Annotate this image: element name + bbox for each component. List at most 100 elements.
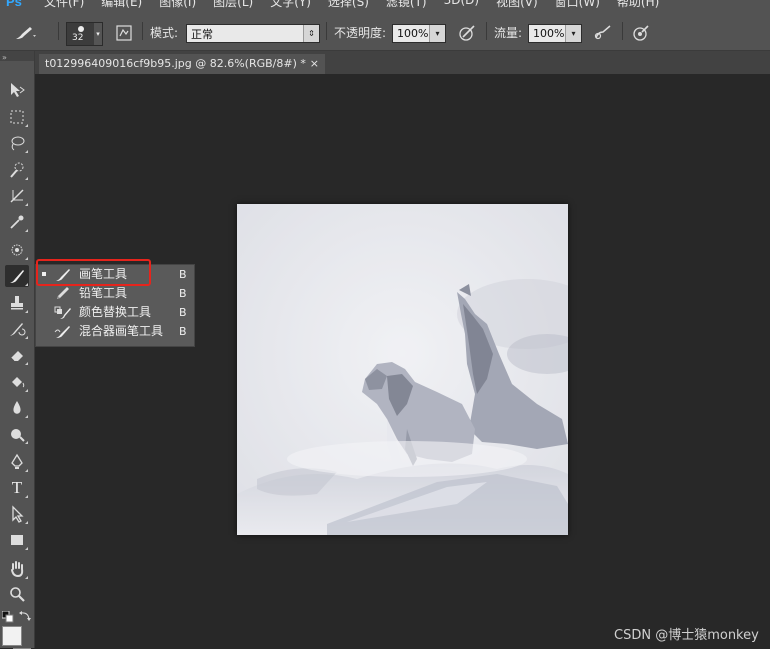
airbrush-icon: [594, 25, 611, 40]
flyout-item-label: 铅笔工具: [79, 286, 128, 300]
brush-size-picker[interactable]: 32 ▾: [66, 22, 103, 46]
brush-panel-toggle[interactable]: [113, 22, 135, 44]
path-select-tool[interactable]: [5, 503, 29, 525]
menu-file[interactable]: 文件(F): [44, 0, 84, 10]
move-tool[interactable]: [5, 79, 29, 101]
foreground-color-swatch[interactable]: [2, 626, 22, 646]
eraser-icon: [10, 351, 23, 362]
collapse-arrows-icon: »: [2, 53, 7, 62]
flyout-item-color-replace[interactable]: 颜色替换工具 B: [36, 303, 194, 322]
tool-preset-picker[interactable]: [14, 22, 36, 44]
healing-brush-tool[interactable]: [5, 239, 29, 261]
menu-3d[interactable]: 3D(D): [444, 0, 479, 10]
eyedropper-icon: [10, 215, 24, 229]
clone-stamp-tool[interactable]: [5, 292, 29, 314]
flyout-item-mixer-brush[interactable]: 混合器画笔工具 B: [36, 322, 194, 341]
healing-brush-icon: [11, 244, 23, 256]
flow-field[interactable]: 100% ▾: [528, 24, 582, 43]
pen-tool[interactable]: [5, 451, 29, 473]
mode-value: 正常: [191, 27, 213, 41]
tool-group-indicator: [25, 336, 28, 339]
tool-group-indicator: [25, 576, 28, 579]
marquee-tool[interactable]: [5, 106, 29, 128]
wolves-snow-image: [237, 204, 568, 535]
flow-label: 流量:: [494, 26, 523, 40]
separator: [326, 22, 327, 40]
document-canvas[interactable]: [237, 204, 568, 535]
chevron-down-icon: ▾: [94, 23, 102, 45]
flyout-item-shortcut: B: [179, 306, 187, 319]
pressure-size-icon: [633, 25, 649, 41]
tool-group-indicator: [25, 521, 28, 524]
svg-text:»: »: [2, 53, 7, 62]
brush-size-value: 32: [72, 33, 84, 43]
menu-edit[interactable]: 编辑(E): [101, 0, 142, 10]
menu-type[interactable]: 文字(Y): [270, 0, 311, 10]
separator: [58, 22, 59, 40]
move-icon: [11, 83, 25, 97]
dodge-tool[interactable]: [5, 423, 29, 445]
history-brush-tool[interactable]: [5, 318, 29, 340]
flow-value: 100%: [533, 27, 565, 40]
history-brush-icon: [10, 323, 26, 336]
tool-group-indicator: [25, 177, 28, 180]
menu-bar: Ps 文件(F) 编辑(E) 图像(I) 图层(L) 文字(Y) 选择(S) 滤…: [0, 0, 770, 10]
pressure-opacity-icon: [459, 25, 475, 41]
opacity-value: 100%: [397, 27, 429, 40]
zoom-tool[interactable]: [5, 583, 29, 605]
airbrush-button[interactable]: [592, 22, 614, 44]
eyedropper-tool[interactable]: [5, 211, 29, 233]
paint-bucket-tool[interactable]: [5, 371, 29, 393]
dodge-icon: [11, 429, 25, 442]
eraser-tool[interactable]: [5, 344, 29, 366]
zoom-icon: [10, 587, 25, 602]
size-pressure-button[interactable]: [630, 22, 652, 44]
hand-icon: [11, 561, 24, 578]
toolbox-grip[interactable]: »: [0, 51, 34, 62]
type-tool[interactable]: T: [5, 477, 29, 499]
color-replacement-icon: [54, 306, 71, 319]
opacity-label: 不透明度:: [334, 26, 387, 40]
paint-bucket-icon: [12, 377, 25, 388]
tool-group-indicator: [25, 441, 28, 444]
path-select-icon: [12, 505, 24, 523]
default-colors-button[interactable]: [1, 610, 14, 623]
tool-group-indicator: [25, 469, 28, 472]
lasso-tool[interactable]: [5, 132, 29, 154]
menu-view[interactable]: 视图(V): [496, 0, 538, 10]
blur-tool[interactable]: [5, 397, 29, 419]
menu-layer[interactable]: 图层(L): [213, 0, 253, 10]
brush-tool[interactable]: [5, 265, 29, 287]
flyout-item-shortcut: B: [179, 268, 187, 281]
tool-group-indicator: [25, 257, 28, 260]
opacity-pressure-button[interactable]: [456, 22, 478, 44]
menu-filter[interactable]: 滤镜(T): [386, 0, 427, 10]
tool-group-indicator: [25, 415, 28, 418]
mode-select[interactable]: 正常 ⇕: [186, 24, 320, 43]
quick-select-tool[interactable]: [5, 159, 29, 181]
mode-label: 模式:: [150, 26, 179, 40]
chevron-down-icon: ▾: [565, 25, 581, 42]
swap-colors-button[interactable]: [18, 609, 32, 623]
menu-image[interactable]: 图像(I): [159, 0, 196, 10]
separator: [486, 22, 487, 40]
menu-help[interactable]: 帮助(H): [617, 0, 659, 10]
rectangle-tool[interactable]: [5, 529, 29, 551]
menu-window[interactable]: 窗口(W): [555, 0, 600, 10]
brush-tip-icon: [78, 26, 84, 32]
default-colors-icon: [1, 610, 14, 623]
marquee-icon: [10, 110, 24, 124]
menu-items: 文件(F) 编辑(E) 图像(I) 图层(L) 文字(Y) 选择(S) 滤镜(T…: [44, 0, 659, 10]
hand-tool[interactable]: [5, 558, 29, 580]
opacity-field[interactable]: 100% ▾: [392, 24, 446, 43]
document-tab[interactable]: t012996409016cf9b95.jpg @ 82.6%(RGB/8#) …: [39, 54, 325, 74]
menu-select[interactable]: 选择(S): [328, 0, 369, 10]
close-icon[interactable]: ×: [310, 54, 319, 74]
clone-stamp-icon: [11, 296, 23, 310]
blur-icon: [13, 401, 21, 414]
flyout-item-pencil[interactable]: 铅笔工具 B: [36, 284, 194, 303]
crop-icon: [10, 189, 24, 203]
lasso-icon: [11, 136, 25, 151]
flyout-item-shortcut: B: [179, 287, 187, 300]
crop-tool[interactable]: [5, 185, 29, 207]
